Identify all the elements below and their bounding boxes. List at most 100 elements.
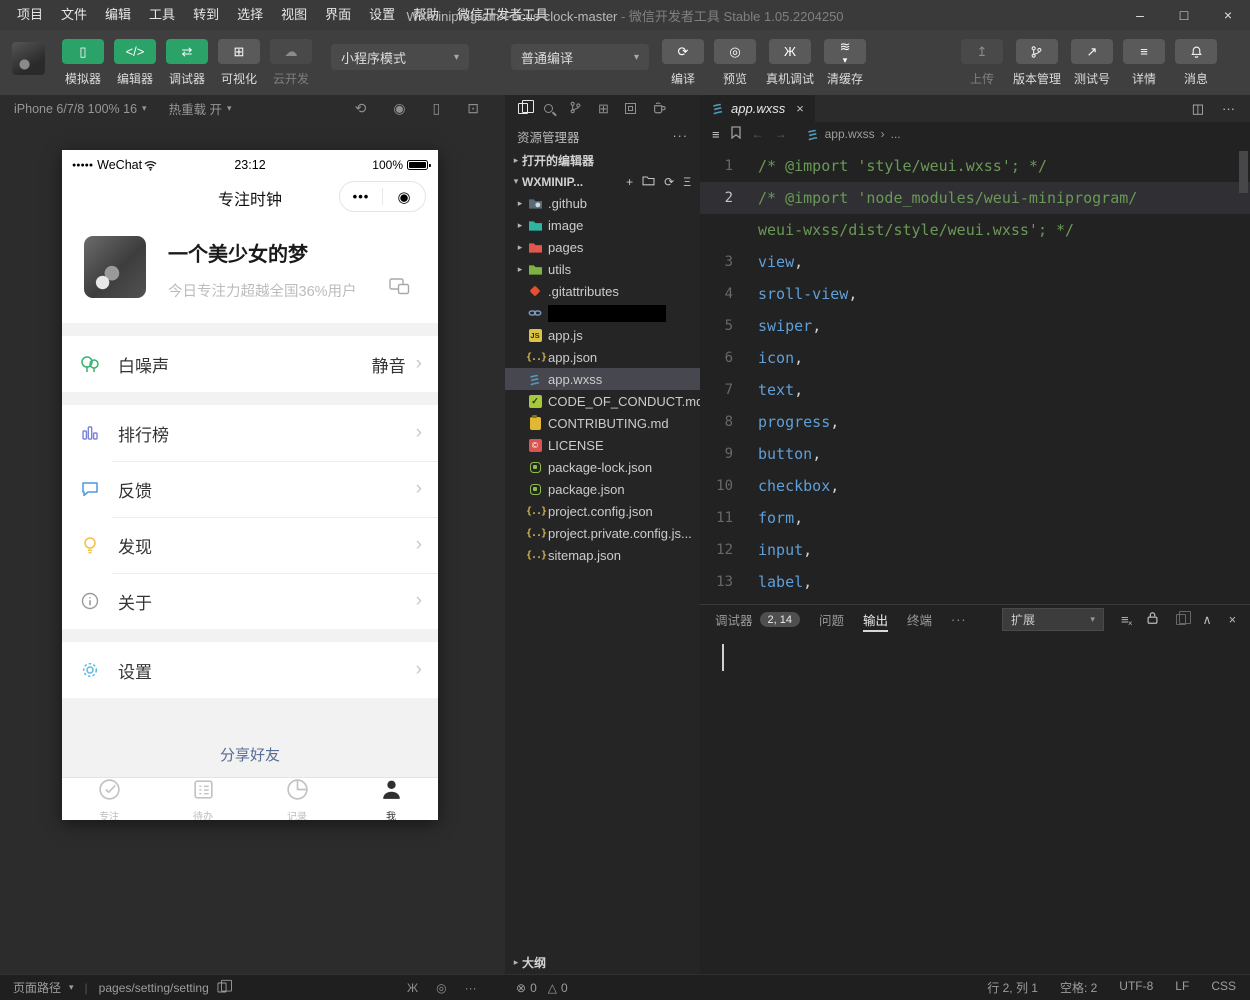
file-row-pages[interactable]: ▸pages xyxy=(505,236,700,258)
toolbar-button-详情[interactable]: ≡详情 xyxy=(1123,39,1165,87)
file-row-LICENSE[interactable]: ©LICENSE xyxy=(505,434,700,456)
file-row-utils[interactable]: ▸utils xyxy=(505,258,700,280)
file-row-package-lock.json[interactable]: package-lock.json xyxy=(505,456,700,478)
file-row-sitemap.json[interactable]: {..}sitemap.json xyxy=(505,544,700,566)
menu-item-2[interactable]: 编辑 xyxy=(96,0,140,30)
file-row-project.config.json[interactable]: {..}project.config.json xyxy=(505,500,700,522)
menu-item-7[interactable]: 界面 xyxy=(316,0,360,30)
tab-我[interactable]: 我 xyxy=(344,778,438,820)
cursor-position[interactable]: 行 2, 列 1 xyxy=(987,979,1038,996)
menu-item-6[interactable]: 视图 xyxy=(272,0,316,30)
outline-list-icon[interactable]: ≡ xyxy=(712,127,720,142)
tab-app-wxss[interactable]: ミ app.wxss × xyxy=(700,95,815,122)
more-actions-icon[interactable]: ··· xyxy=(1222,101,1235,117)
back-icon[interactable]: ← xyxy=(752,127,764,141)
appearance-icon[interactable] xyxy=(652,101,666,117)
toolbar-button-真机调试[interactable]: Ж真机调试 xyxy=(766,39,814,87)
rotate-icon[interactable]: ⟲ xyxy=(355,100,367,117)
toolbar-button-清缓存[interactable]: ≋ ▾清缓存 xyxy=(824,39,866,87)
problems-indicator[interactable]: ⊗0 △0 xyxy=(516,981,568,995)
refresh-icon[interactable]: ⟳ xyxy=(664,175,674,189)
toolbar-button-编辑器[interactable]: </>编辑器 xyxy=(114,39,156,87)
extensions-icon[interactable]: ⊞ xyxy=(598,101,609,117)
minimize-button[interactable]: – xyxy=(1118,0,1162,30)
copy-path-icon[interactable] xyxy=(217,983,226,993)
file-row-app.wxss[interactable]: ミapp.wxss xyxy=(505,368,700,390)
toolbar-button-可视化[interactable]: ⊞可视化 xyxy=(218,39,260,87)
file-row-CONTRIBUTING.md[interactable]: CONTRIBUTING.md xyxy=(505,412,700,434)
menu-item-3[interactable]: 工具 xyxy=(140,0,184,30)
code-editor[interactable]: 1/* @import 'style/weui.wxss'; */2/* @im… xyxy=(700,146,1250,604)
console-tab-输出[interactable]: 输出 xyxy=(863,605,888,634)
bug-icon[interactable]: Ж xyxy=(407,981,418,995)
new-file-icon[interactable]: + xyxy=(626,175,633,189)
toolbar-button-编译[interactable]: ⟳编译 xyxy=(662,39,704,87)
more-actions-icon[interactable]: ··· xyxy=(673,129,689,143)
menu-row-排行榜[interactable]: 排行榜› xyxy=(62,405,438,461)
user-avatar[interactable] xyxy=(12,42,45,75)
menu-item-1[interactable]: 文件 xyxy=(52,0,96,30)
menu-row-白噪声[interactable]: 白噪声静音› xyxy=(62,336,438,392)
close-button[interactable]: × xyxy=(1206,0,1250,30)
toolbar-button-版本管理[interactable]: 版本管理 xyxy=(1013,39,1061,87)
exit-mini-program-icon[interactable]: ◉ xyxy=(383,188,425,206)
mode-select[interactable]: 小程序模式 ▾ xyxy=(331,44,469,70)
more-icon[interactable]: ··· xyxy=(465,981,477,995)
collapse-all-icon[interactable]: Ξ xyxy=(683,175,691,189)
file-row-image[interactable]: ▸image xyxy=(505,214,700,236)
file-row-redacted[interactable] xyxy=(505,302,700,324)
more-menu-icon[interactable]: ••• xyxy=(340,189,382,204)
filter-select[interactable]: 扩展 ▾ xyxy=(1002,608,1104,631)
menu-row-关于[interactable]: 关于› xyxy=(62,573,438,629)
device-frame-icon[interactable]: ▯ xyxy=(433,100,441,117)
open-editors-section[interactable]: ▸ 打开的编辑器 xyxy=(505,150,700,171)
indent-setting[interactable]: 空格: 2 xyxy=(1060,979,1097,996)
clear-output-icon[interactable]: ≡× xyxy=(1121,612,1129,627)
new-folder-icon[interactable] xyxy=(642,175,655,189)
record-icon[interactable]: ◉ xyxy=(393,100,405,117)
copy-output-icon[interactable] xyxy=(1176,614,1186,625)
tab-专注[interactable]: 专注 xyxy=(62,778,156,820)
menu-item-4[interactable]: 转到 xyxy=(184,0,228,30)
bookmark-icon[interactable] xyxy=(731,126,741,142)
toolbar-button-预览[interactable]: ◎预览 xyxy=(714,39,756,87)
more-tabs-icon[interactable]: ··· xyxy=(951,613,967,627)
menu-item-5[interactable]: 选择 xyxy=(228,0,272,30)
file-row-project.private.config.js...[interactable]: {..}project.private.config.js... xyxy=(505,522,700,544)
files-icon[interactable] xyxy=(518,103,528,114)
device-select[interactable]: iPhone 6/7/8 100% 16 xyxy=(14,102,137,116)
forward-icon[interactable]: → xyxy=(775,127,787,141)
tab-待办[interactable]: 待办 xyxy=(156,778,250,820)
lock-scroll-icon[interactable] xyxy=(1146,611,1159,628)
tab-记录[interactable]: 记录 xyxy=(250,778,344,820)
search-icon[interactable] xyxy=(544,104,553,113)
console-tab-调试器[interactable]: 调试器2, 14 xyxy=(715,605,800,634)
console-tab-终端[interactable]: 终端 xyxy=(907,605,932,634)
detach-window-icon[interactable]: ⊡ xyxy=(467,100,479,117)
share-friends-link[interactable]: 分享好友 xyxy=(220,744,280,765)
profile-section[interactable]: 一个美少女的梦 今日专注力超越全国36%用户 xyxy=(62,220,438,323)
console-tab-问题[interactable]: 问题 xyxy=(819,605,844,634)
file-row-.gitattributes[interactable]: .gitattributes xyxy=(505,280,700,302)
widget-icon[interactable] xyxy=(625,103,636,114)
file-row-package.json[interactable]: package.json xyxy=(505,478,700,500)
close-panel-icon[interactable]: × xyxy=(1229,613,1236,627)
encoding[interactable]: UTF-8 xyxy=(1119,979,1153,996)
profile-avatar[interactable] xyxy=(84,236,146,298)
file-row-app.json[interactable]: {..}app.json xyxy=(505,346,700,368)
eol-setting[interactable]: LF xyxy=(1175,979,1189,996)
toolbar-button-调试器[interactable]: ⇄调试器 xyxy=(166,39,208,87)
maximize-button[interactable]: □ xyxy=(1162,0,1206,30)
split-editor-icon[interactable]: ◫ xyxy=(1192,101,1204,117)
outline-section[interactable]: ▸ 大纲 xyxy=(505,953,700,972)
close-tab-icon[interactable]: × xyxy=(796,101,804,116)
editor-scrollbar[interactable] xyxy=(1239,151,1248,193)
hot-reload-toggle[interactable]: 热重载 开 xyxy=(169,99,222,118)
menu-row-设置[interactable]: 设置› xyxy=(62,642,438,698)
file-row-.github[interactable]: ▸.github xyxy=(505,192,700,214)
menu-item-8[interactable]: 设置 xyxy=(360,0,404,30)
toolbar-button-测试号[interactable]: ↗测试号 xyxy=(1071,39,1113,87)
file-row-CODE_OF_CONDUCT.md[interactable]: ✓CODE_OF_CONDUCT.md xyxy=(505,390,700,412)
page-path-label[interactable]: 页面路径 xyxy=(13,979,61,996)
compile-mode-select[interactable]: 普通编译 ▾ xyxy=(511,44,649,70)
